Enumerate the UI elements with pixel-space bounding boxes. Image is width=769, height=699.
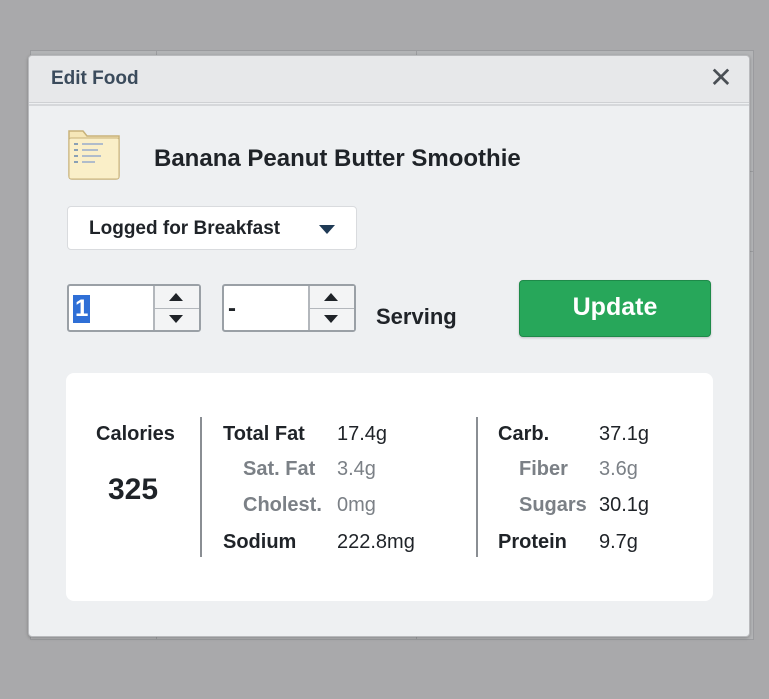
sodium-label: Sodium	[223, 531, 297, 553]
dialog-header: Edit Food ✕	[29, 56, 749, 103]
sugars-value: 30.1g	[599, 494, 650, 516]
total-fat-label: Total Fat	[223, 423, 305, 445]
increment-button[interactable]	[310, 286, 354, 309]
carb-label: Carb.	[498, 423, 550, 445]
meal-select-value: Logged for Breakfast	[89, 218, 281, 239]
quantity-fraction-stepper[interactable]: -	[222, 284, 356, 332]
quantity-fraction-value[interactable]: -	[228, 295, 236, 323]
column-divider	[476, 417, 478, 557]
header-divider	[29, 104, 749, 106]
sat-fat-value: 3.4g	[337, 458, 376, 480]
fiber-value: 3.6g	[599, 458, 638, 480]
protein-value: 9.7g	[599, 531, 638, 553]
chevron-down-icon	[319, 225, 335, 234]
dialog-title: Edit Food	[51, 68, 139, 89]
edit-food-dialog: Edit Food ✕ Banana Peanut Butter Smoothi…	[28, 55, 750, 637]
recipe-card-icon	[68, 130, 120, 180]
column-divider	[200, 417, 202, 557]
cholesterol-value: 0mg	[337, 494, 376, 516]
calories-label: Calories	[96, 423, 175, 445]
decrement-button[interactable]	[310, 308, 354, 330]
arrow-up-icon	[324, 293, 338, 301]
sodium-value: 222.8mg	[337, 531, 415, 553]
meal-select-dropdown[interactable]: Logged for Breakfast	[67, 206, 357, 250]
update-button[interactable]: Update	[519, 280, 711, 337]
quantity-whole-value[interactable]: 1	[73, 295, 91, 323]
decrement-button[interactable]	[155, 308, 199, 330]
sat-fat-label: Sat. Fat	[243, 458, 316, 480]
quantity-whole-stepper[interactable]: 1	[67, 284, 201, 332]
quantity-whole-spin-buttons	[153, 286, 199, 330]
sugars-label: Sugars	[519, 494, 587, 516]
calories-value: 325	[108, 473, 159, 506]
arrow-down-icon	[324, 315, 338, 323]
arrow-down-icon	[169, 315, 183, 323]
quantity-fraction-spin-buttons	[308, 286, 354, 330]
increment-button[interactable]	[155, 286, 199, 309]
close-icon[interactable]: ✕	[707, 64, 735, 92]
protein-label: Protein	[498, 531, 567, 553]
food-name: Banana Peanut Butter Smoothie	[154, 145, 521, 172]
nutrition-panel: Calories 325 Total Fat 17.4g Sat. Fat 3.…	[66, 373, 713, 601]
carb-value: 37.1g	[599, 423, 650, 445]
total-fat-value: 17.4g	[337, 423, 388, 445]
serving-unit-label: Serving	[376, 304, 457, 329]
fiber-label: Fiber	[519, 458, 568, 480]
arrow-up-icon	[169, 293, 183, 301]
cholesterol-label: Cholest.	[243, 494, 322, 516]
